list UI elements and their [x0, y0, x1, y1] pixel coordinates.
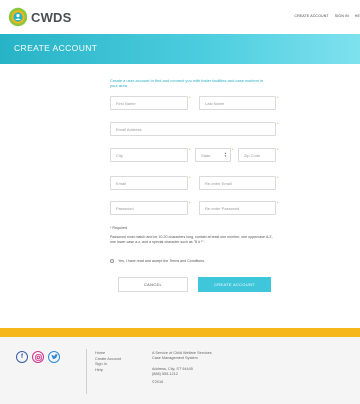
email-confirm-row: Email * Re-enter Email * [110, 175, 280, 190]
name-row: First Name * Last Name * [110, 95, 280, 110]
terms-checkbox[interactable] [110, 259, 114, 263]
required-marker: * [277, 147, 279, 152]
required-marker: * [277, 121, 279, 126]
required-note: * Required [110, 226, 127, 230]
required-marker: * [232, 147, 234, 152]
reenter-email-input[interactable]: Re-enter Email [199, 176, 276, 190]
required-marker: * [277, 95, 279, 100]
required-marker: * [277, 175, 279, 180]
required-marker: * [189, 175, 191, 180]
required-marker: * [277, 200, 279, 205]
required-marker: * [189, 200, 191, 205]
cwds-logo[interactable]: CWDS [8, 7, 72, 27]
footer-org-info: A Service of Child Welfare Services Case… [152, 351, 212, 385]
twitter-icon[interactable] [48, 351, 60, 363]
state-select-label: State [201, 153, 211, 158]
state-select[interactable]: State ▲ ▼ [195, 148, 231, 162]
city-input[interactable]: City [110, 148, 188, 162]
nav-create-account[interactable]: CREATE ACCOUNT [294, 14, 328, 18]
required-marker: * [189, 95, 191, 100]
password-input[interactable]: Password [110, 201, 188, 215]
site-header: CWDS CREATE ACCOUNT SIGN IN HE [0, 0, 360, 34]
nav-help[interactable]: HE [355, 14, 360, 18]
password-rules-note: Password must match and be 10-20 charact… [110, 235, 273, 244]
footer-accent-bar [0, 328, 360, 337]
first-name-input[interactable]: First Name [110, 96, 188, 110]
email-input[interactable]: Email [110, 176, 188, 190]
last-name-input[interactable]: Last Name [199, 96, 276, 110]
instagram-glyph [34, 353, 42, 361]
nav-sign-in[interactable]: SIGN IN [335, 14, 349, 18]
social-links: f [16, 351, 60, 363]
zip-code-input[interactable]: Zip Code [238, 148, 276, 162]
terms-row: Yes, I have read and accept the Terms an… [110, 259, 205, 263]
email-address-input[interactable]: Email Address [110, 122, 276, 136]
twitter-glyph [50, 354, 58, 360]
site-footer: f Home Create Account Sign In Help A Ser… [0, 337, 360, 404]
password-row: Password * Re-enter Password * [110, 200, 280, 215]
create-account-page: CWDS CREATE ACCOUNT SIGN IN HE CREATE AC… [0, 0, 360, 404]
create-account-button[interactable]: CREATE ACCOUNT [198, 277, 271, 292]
instagram-icon[interactable] [32, 351, 44, 363]
logo-text: CWDS [31, 9, 72, 25]
create-account-form: Create a user account to find and connec… [110, 78, 280, 292]
cancel-button[interactable]: CANCEL [118, 277, 188, 292]
cwds-logo-icon [8, 7, 28, 27]
facebook-icon[interactable]: f [16, 351, 28, 363]
form-intro: Create a user account to find and connec… [110, 78, 264, 89]
email-row: Email Address * [110, 121, 280, 136]
top-nav: CREATE ACCOUNT SIGN IN HE [294, 14, 360, 18]
terms-label[interactable]: Yes, I have read and accept the Terms an… [118, 259, 205, 263]
footer-divider [86, 349, 87, 394]
footer-links: Home Create Account Sign In Help [95, 351, 121, 373]
copyright: ©2016 [152, 380, 164, 384]
page-banner: CREATE ACCOUNT [0, 34, 360, 64]
select-arrows-icon: ▲ ▼ [224, 151, 227, 159]
page-title: CREATE ACCOUNT [14, 43, 98, 53]
required-marker: * [189, 147, 191, 152]
footer-link-help[interactable]: Help [95, 368, 121, 374]
location-row: City * State ▲ ▼ * Zip Code * [110, 147, 280, 162]
reenter-password-input[interactable]: Re-enter Password [199, 201, 276, 215]
